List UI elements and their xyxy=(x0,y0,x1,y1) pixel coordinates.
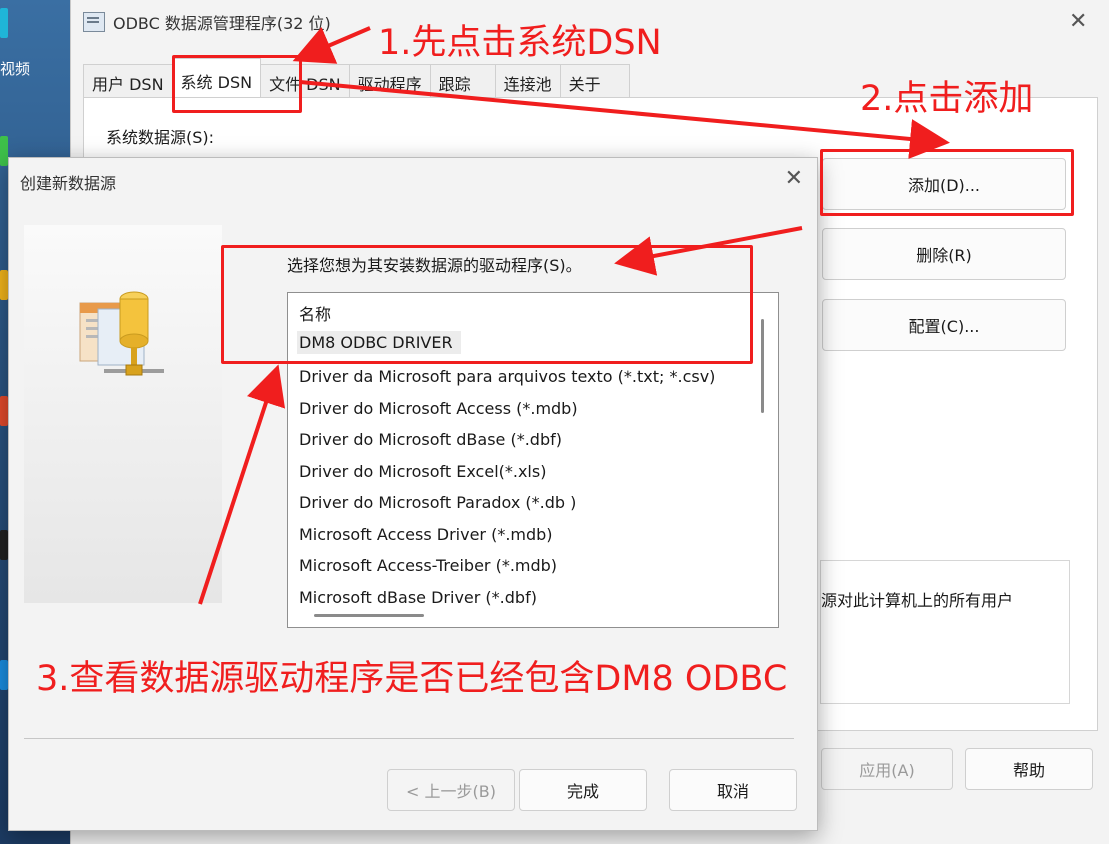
odbc-app-icon xyxy=(83,12,105,32)
annotation-step2: 2.点击添加 xyxy=(860,79,1034,119)
finish-button[interactable]: 完成 xyxy=(519,769,647,811)
cancel-button[interactable]: 取消 xyxy=(669,769,797,811)
list-item[interactable]: Driver da Microsoft para arquivos texto … xyxy=(299,367,715,386)
remove-button[interactable]: 删除(R) xyxy=(822,228,1066,280)
apply-button[interactable]: 应用(A) xyxy=(821,748,953,790)
list-item[interactable]: Microsoft Access-Treiber (*.mdb) xyxy=(299,556,557,575)
list-item[interactable]: Driver do Microsoft Access (*.mdb) xyxy=(299,399,578,418)
help-button[interactable]: 帮助 xyxy=(965,748,1093,790)
desktop-app-icon[interactable] xyxy=(0,136,8,166)
desktop-app-icon[interactable] xyxy=(0,660,8,690)
system-data-sources-label: 系统数据源(S): xyxy=(106,128,215,147)
annotation-box-system-dsn xyxy=(172,55,302,113)
configure-button[interactable]: 配置(C)... xyxy=(822,299,1066,351)
info-box: 源对此计算机上的所有用户 xyxy=(820,560,1070,704)
wizard-side-pane xyxy=(24,225,222,603)
close-icon[interactable]: ✕ xyxy=(785,166,803,191)
desktop-app-icon[interactable] xyxy=(0,396,8,426)
list-item[interactable]: Driver do Microsoft dBase (*.dbf) xyxy=(299,430,562,449)
tab-user-dsn[interactable]: 用户 DSN xyxy=(83,64,173,99)
window-titlebar: ODBC 数据源管理程序(32 位) xyxy=(83,10,331,34)
tab-bar: 用户 DSN 系统 DSN 文件 DSN 驱动程序 跟踪 连接池 关于 xyxy=(83,58,630,103)
annotation-step3: 3.查看数据源驱动程序是否已经包含DM8 ODBC xyxy=(36,659,788,699)
dialog-divider xyxy=(24,738,794,739)
annotation-box-driver xyxy=(221,245,753,364)
window-title: ODBC 数据源管理程序(32 位) xyxy=(113,14,331,33)
horizontal-scrollbar[interactable] xyxy=(314,614,424,617)
list-item[interactable]: Microsoft Access Driver (*.mdb) xyxy=(299,525,553,544)
database-driver-icon xyxy=(79,291,164,376)
info-text: 源对此计算机上的所有用户 xyxy=(821,591,1014,610)
tab-connection-pooling[interactable]: 连接池 xyxy=(494,64,561,99)
dialog-title: 创建新数据源 xyxy=(20,174,117,193)
annotation-box-add xyxy=(820,149,1074,216)
back-button[interactable]: < 上一步(B) xyxy=(387,769,515,811)
desktop-app-icon[interactable] xyxy=(0,8,8,38)
tab-tracing[interactable]: 跟踪 xyxy=(429,64,496,99)
close-icon[interactable]: ✕ xyxy=(1069,9,1087,34)
tab-about[interactable]: 关于 xyxy=(559,64,630,99)
tab-drivers[interactable]: 驱动程序 xyxy=(348,64,431,99)
desktop-icon-label: 视频 xyxy=(0,60,31,78)
list-item[interactable]: Driver do Microsoft Excel(*.xls) xyxy=(299,462,546,481)
list-item[interactable]: Microsoft dBase Driver (*.dbf) xyxy=(299,588,537,607)
list-item[interactable]: Driver do Microsoft Paradox (*.db ) xyxy=(299,493,576,512)
desktop-app-icon[interactable] xyxy=(0,270,8,300)
desktop-app-icon[interactable] xyxy=(0,530,8,560)
vertical-scrollbar[interactable] xyxy=(761,319,764,413)
annotation-step1: 1.先点击系统DSN xyxy=(378,23,662,63)
